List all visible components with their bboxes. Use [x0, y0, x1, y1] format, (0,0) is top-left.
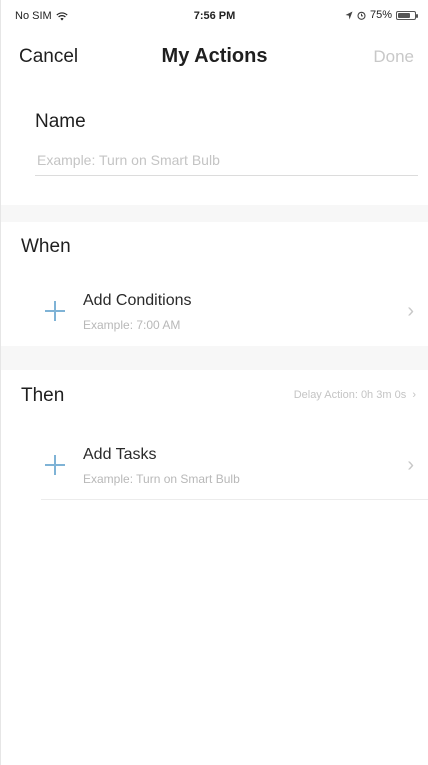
location-icon — [345, 11, 353, 19]
battery-fill — [398, 12, 410, 18]
name-label: Name — [35, 111, 86, 132]
add-conditions-example: Example: 7:00 AM — [83, 318, 181, 332]
done-button[interactable]: Done — [373, 47, 414, 67]
chevron-right-icon: › — [409, 389, 416, 401]
section-divider — [1, 346, 428, 370]
name-input[interactable] — [35, 145, 418, 176]
add-tasks-example: Example: Turn on Smart Bulb — [83, 472, 240, 486]
add-tasks-row[interactable]: Add Tasks Example: Turn on Smart Bulb › — [1, 428, 428, 500]
add-tasks-title: Add Tasks — [83, 446, 157, 463]
alarm-icon — [357, 11, 366, 20]
status-right: 75% — [345, 9, 418, 21]
when-label: When — [21, 236, 71, 257]
status-bar: No SIM 7:56 PM 75% — [1, 0, 428, 32]
page-title: My Actions — [161, 45, 268, 67]
chevron-right-icon: › — [407, 300, 414, 322]
battery-percent: 75% — [369, 9, 392, 21]
chevron-right-icon: › — [407, 454, 414, 476]
then-label: Then — [21, 385, 65, 406]
battery-icon — [396, 10, 418, 20]
plus-icon — [45, 455, 65, 475]
then-header: Then Delay Action: 0h 3m 0s › — [1, 370, 428, 422]
delay-action-link[interactable]: Delay Action: 0h 3m 0s › — [294, 389, 416, 401]
navigation-bar: Cancel My Actions Done — [1, 32, 428, 82]
my-actions-screen: No SIM 7:56 PM 75% Cancel My Actions Don… — [0, 0, 428, 765]
name-section: Name — [1, 95, 428, 205]
section-divider — [1, 205, 428, 222]
add-conditions-title: Add Conditions — [83, 292, 192, 309]
row-divider — [41, 499, 428, 500]
delay-action-text: Delay Action: 0h 3m 0s — [293, 389, 407, 401]
add-conditions-row[interactable]: Add Conditions Example: 7:00 AM › — [1, 274, 428, 346]
plus-icon — [45, 301, 65, 321]
when-header: When — [1, 222, 428, 274]
